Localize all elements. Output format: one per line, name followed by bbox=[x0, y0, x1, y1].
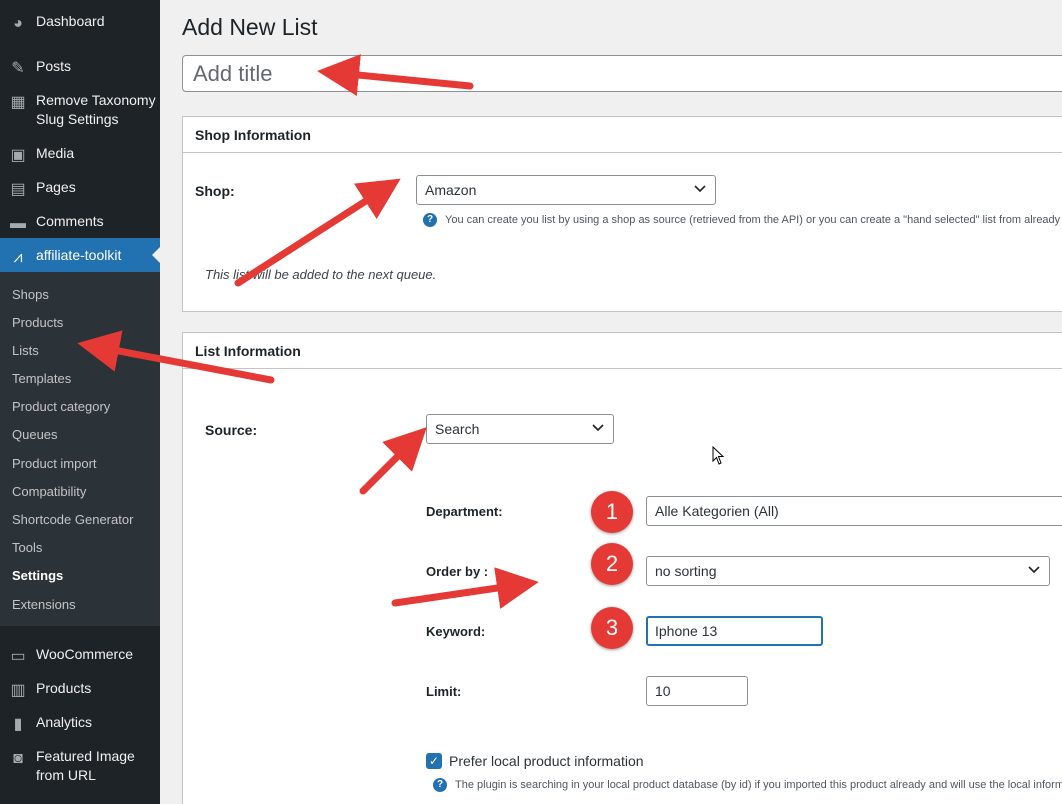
menu-label: Pages bbox=[36, 179, 76, 195]
source-select[interactable]: Search bbox=[426, 414, 614, 444]
submenu-extensions[interactable]: Extensions bbox=[12, 596, 76, 614]
source-label: Source: bbox=[205, 422, 258, 438]
orderby-select[interactable]: no sorting bbox=[646, 556, 1050, 586]
menu-woocommerce[interactable]: ▭ WooCommerce bbox=[0, 645, 160, 665]
menu-products[interactable]: ▥ Products bbox=[0, 679, 160, 699]
prefer-local-checkbox[interactable]: ✓ bbox=[426, 753, 442, 769]
media-icon: ▣ bbox=[10, 147, 26, 164]
menu-label: Dashboard bbox=[36, 13, 105, 29]
department-label: Department: bbox=[426, 504, 503, 519]
menu-label: Analytics bbox=[36, 714, 93, 730]
list-box-header[interactable]: List Information bbox=[183, 333, 1062, 369]
annotation-badge-1: 1 bbox=[591, 491, 633, 533]
menu-label: Products bbox=[36, 680, 92, 696]
shop-box-header[interactable]: Shop Information bbox=[183, 117, 1062, 153]
orderby-label: Order by : bbox=[426, 564, 489, 579]
menu-affiliate-toolkit[interactable]: ⩘ affiliate-toolkit bbox=[0, 238, 160, 272]
menu-remove-taxonomy[interactable]: ▦ Remove Taxonomy Slug Settings bbox=[0, 91, 160, 131]
menu-featured-image[interactable]: ◙ Featured Image from URL bbox=[0, 747, 160, 787]
menu-label: Featured Image from URL bbox=[36, 748, 135, 783]
chevron-down-icon bbox=[694, 185, 706, 193]
comments-icon: ▬ bbox=[10, 215, 26, 232]
keyword-label: Keyword: bbox=[426, 624, 486, 639]
admin-sidebar: ◕ Dashboard ✎ Posts ▦ Remove Taxonomy Sl… bbox=[0, 0, 160, 804]
menu-label: WooCommerce bbox=[36, 646, 133, 662]
queue-note: This list will be added to the next queu… bbox=[205, 267, 437, 282]
menu-dashboard[interactable]: ◕ Dashboard bbox=[0, 12, 160, 32]
submenu-product-import[interactable]: Product import bbox=[12, 455, 97, 473]
products-icon: ▥ bbox=[10, 682, 26, 699]
submenu-settings[interactable]: Settings bbox=[12, 567, 63, 585]
submenu-queues[interactable]: Queues bbox=[12, 426, 58, 444]
submenu-products[interactable]: Products bbox=[12, 314, 63, 332]
submenu-compatibility[interactable]: Compatibility bbox=[12, 483, 86, 501]
analytics-icon: ▮ bbox=[13, 716, 23, 733]
affiliate-submenu: Shops Products Lists Templates Product c… bbox=[0, 272, 160, 626]
submenu-shortcode-generator[interactable]: Shortcode Generator bbox=[12, 511, 133, 529]
orderby-select-value: no sorting bbox=[655, 563, 717, 579]
annotation-badge-3: 3 bbox=[591, 607, 633, 649]
shop-select-value: Amazon bbox=[425, 182, 477, 198]
keyword-field[interactable]: Iphone 13 bbox=[646, 616, 823, 646]
shop-label: Shop: bbox=[195, 183, 235, 199]
source-select-value: Search bbox=[435, 421, 480, 437]
department-field[interactable]: Alle Kategorien (All) bbox=[646, 496, 1062, 526]
taxonomy-icon: ▦ bbox=[10, 94, 26, 111]
woocommerce-icon: ▭ bbox=[10, 648, 26, 665]
camera-icon: ◙ bbox=[13, 750, 23, 767]
submenu-product-category[interactable]: Product category bbox=[12, 398, 110, 416]
annotation-badge-2: 2 bbox=[591, 543, 633, 585]
menu-comments[interactable]: ▬ Comments bbox=[0, 212, 160, 232]
page-title: Add New List bbox=[182, 14, 318, 40]
prefer-local-help: The plugin is searching in your local pr… bbox=[455, 779, 1062, 791]
menu-analytics[interactable]: ▮ Analytics bbox=[0, 713, 160, 733]
help-icon: ? bbox=[423, 213, 437, 227]
pages-icon: ▤ bbox=[10, 181, 26, 198]
limit-field[interactable]: 10 bbox=[646, 676, 748, 706]
menu-label: Media bbox=[36, 145, 75, 161]
submenu-shops[interactable]: Shops bbox=[12, 286, 49, 304]
menu-label: Posts bbox=[36, 58, 72, 74]
menu-label: Comments bbox=[36, 213, 104, 229]
chevron-down-icon bbox=[1028, 566, 1040, 574]
title-input[interactable] bbox=[182, 55, 1062, 92]
pin-icon: ✎ bbox=[11, 60, 25, 77]
chevron-down-icon bbox=[592, 424, 604, 432]
dashboard-icon: ◕ bbox=[13, 15, 23, 32]
shop-select[interactable]: Amazon bbox=[416, 175, 716, 205]
menu-label: affiliate-toolkit bbox=[36, 247, 122, 263]
prefer-local-label[interactable]: Prefer local product information bbox=[449, 753, 644, 769]
shop-help-text: You can create you list by using a shop … bbox=[445, 214, 1062, 226]
menu-pages[interactable]: ▤ Pages bbox=[0, 178, 160, 198]
submenu-templates[interactable]: Templates bbox=[12, 370, 71, 388]
menu-posts[interactable]: ✎ Posts bbox=[0, 57, 160, 77]
submenu-tools[interactable]: Tools bbox=[12, 539, 42, 557]
limit-label: Limit: bbox=[426, 684, 462, 699]
submenu-lists[interactable]: Lists bbox=[12, 342, 39, 360]
menu-label: Remove Taxonomy Slug Settings bbox=[36, 92, 156, 127]
affiliate-toolkit-icon: ⩘ bbox=[13, 249, 23, 266]
help-icon: ? bbox=[433, 778, 447, 792]
menu-media[interactable]: ▣ Media bbox=[0, 144, 160, 164]
mouse-cursor-icon bbox=[712, 446, 725, 465]
